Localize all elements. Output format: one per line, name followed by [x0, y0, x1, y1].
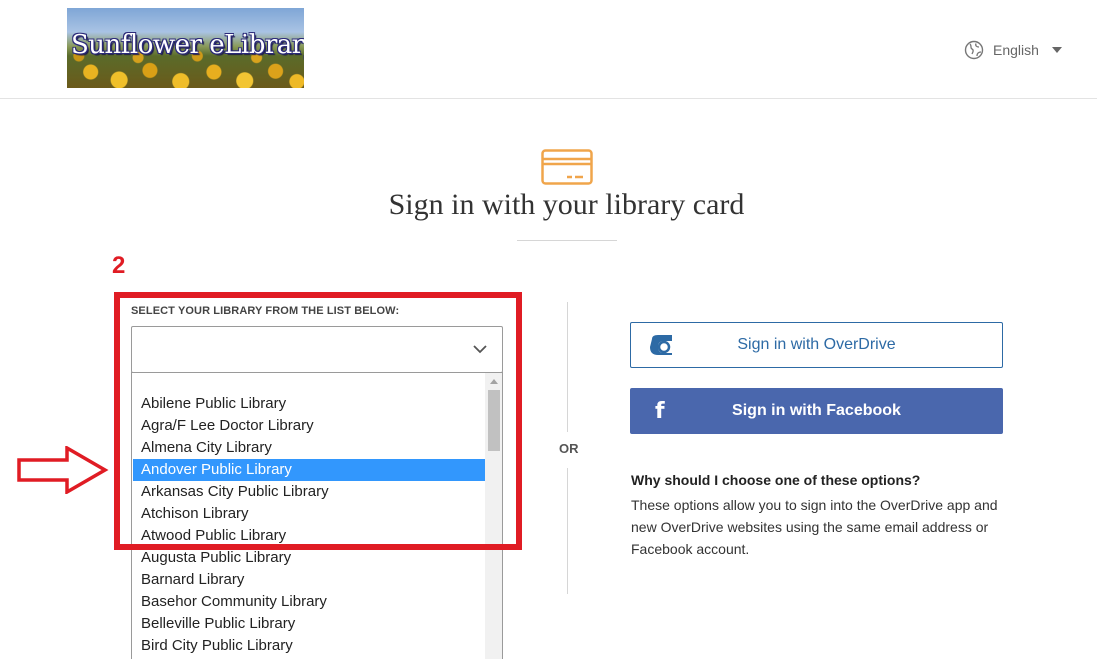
list-option[interactable]: Basehor Community Library	[133, 591, 486, 613]
scroll-up-arrow-icon[interactable]	[490, 379, 498, 384]
why-options-text: These options allow you to sign into the…	[631, 497, 998, 557]
title-divider	[517, 240, 617, 241]
sign-in-overdrive-button[interactable]: Sign in with OverDrive	[630, 322, 1003, 368]
sign-in-facebook-button[interactable]: f Sign in with Facebook	[630, 388, 1003, 434]
vertical-divider-bottom	[567, 468, 568, 594]
list-option-selected[interactable]: Andover Public Library	[133, 459, 486, 481]
list-scrollbar[interactable]	[485, 373, 502, 659]
caret-down-icon	[1051, 47, 1062, 53]
options-container: Abilene Public Library Agra/F Lee Doctor…	[133, 373, 486, 657]
list-option[interactable]: Arkansas City Public Library	[133, 481, 486, 503]
list-option[interactable]: Barnard Library	[133, 569, 486, 591]
why-options-heading: Why should I choose one of these options…	[631, 472, 921, 488]
logo-text: Sunflower eLibrary	[71, 30, 304, 60]
step-number-annotation: 2	[112, 252, 126, 279]
overdrive-button-label: Sign in with OverDrive	[737, 336, 896, 353]
language-selector[interactable]: English	[964, 40, 1062, 60]
library-card-icon	[541, 149, 593, 185]
site-header: Sunflower eLibrary English	[0, 0, 1097, 99]
scrollbar-thumb[interactable]	[488, 390, 500, 451]
facebook-button-label: Sign in with Facebook	[732, 402, 901, 419]
list-option[interactable]: Almena City Library	[133, 437, 486, 459]
library-select-label: SELECT YOUR LIBRARY FROM THE LIST BELOW:	[131, 305, 400, 317]
list-option[interactable]: Bird City Public Library	[133, 635, 486, 657]
list-option[interactable]	[133, 373, 486, 393]
library-select[interactable]	[131, 326, 503, 373]
language-label: English	[993, 42, 1039, 58]
vertical-divider-top	[567, 302, 568, 432]
list-option[interactable]: Abilene Public Library	[133, 393, 486, 415]
list-option[interactable]: Atwood Public Library	[133, 525, 486, 547]
arrow-right-icon	[17, 446, 109, 494]
chevron-down-icon	[473, 345, 487, 354]
globe-icon	[964, 40, 984, 60]
list-option[interactable]: Agra/F Lee Doctor Library	[133, 415, 486, 437]
list-option[interactable]: Augusta Public Library	[133, 547, 486, 569]
library-options-list[interactable]: Abilene Public Library Agra/F Lee Doctor…	[131, 372, 503, 659]
list-option[interactable]: Atchison Library	[133, 503, 486, 525]
page-title: Sign in with your library card	[388, 188, 745, 221]
or-label: OR	[559, 441, 579, 456]
sunflower-elibrary-logo[interactable]: Sunflower eLibrary	[67, 8, 304, 88]
list-option[interactable]: Belleville Public Library	[133, 613, 486, 635]
